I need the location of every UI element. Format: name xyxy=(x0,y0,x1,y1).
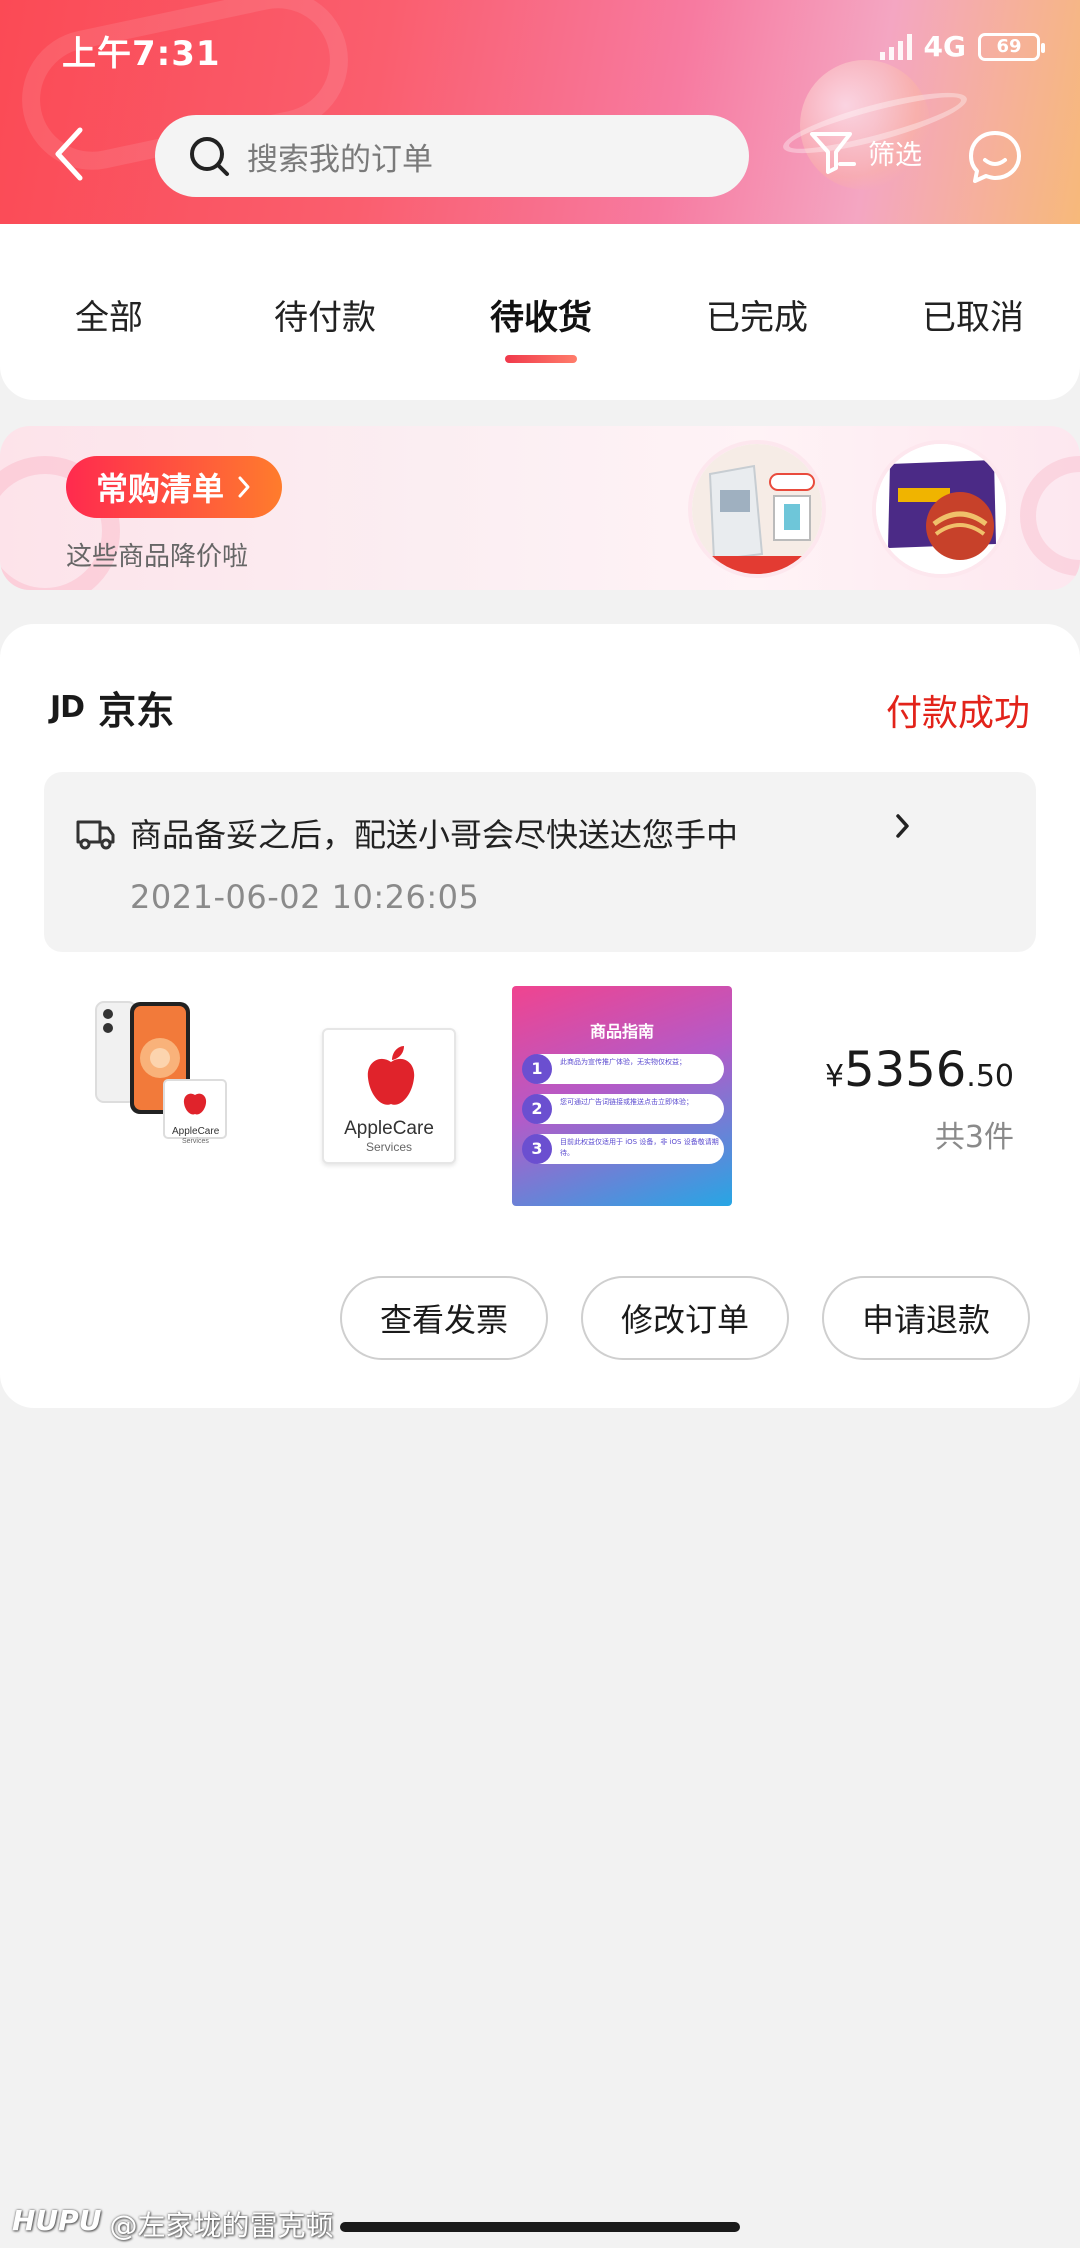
watermark-brand: HUPU xyxy=(12,2204,102,2237)
frequent-list-button[interactable]: 常购清单 xyxy=(66,456,283,518)
shipping-info[interactable]: 商品备妥之后，配送小哥会尽快送达您手中 2021-06-02 10:26:05 xyxy=(44,772,1036,952)
guide-title: 商品指南 xyxy=(589,1022,654,1041)
order-status: 付款成功 xyxy=(885,693,1030,734)
order-tabs: 全部 待付款 待收货 已完成 已取消 xyxy=(0,224,1080,400)
order-price: ¥5356.50 xyxy=(825,1042,1014,1098)
modify-order-button[interactable]: 修改订单 xyxy=(581,1276,789,1360)
tab-label: 待收货 xyxy=(490,298,592,338)
applecare-brand: AppleCare xyxy=(344,1118,434,1139)
search-placeholder: 搜索我的订单 xyxy=(247,141,433,178)
applecare-badge-sub: Services xyxy=(182,1138,209,1145)
message-icon[interactable] xyxy=(966,128,1024,186)
tab-label: 已取消 xyxy=(922,298,1024,338)
status-right: 4G 69 xyxy=(879,30,1045,63)
watermark-user: @左家垅的雷克顿 xyxy=(109,2209,334,2242)
banner-subtitle: 这些商品降价啦 xyxy=(66,542,249,572)
chevron-right-icon xyxy=(896,814,909,838)
button-label: 申请退款 xyxy=(861,1301,990,1339)
chevron-right-icon xyxy=(238,476,250,498)
battery-level: 69 xyxy=(996,36,1022,57)
tab-pending-payment[interactable]: 待付款 xyxy=(240,290,410,339)
watermark: HUPU @左家垅的雷克顿 xyxy=(12,2204,333,2244)
search-input[interactable]: 搜索我的订单 xyxy=(155,115,749,197)
filter-icon xyxy=(810,132,856,174)
price-decimal: .50 xyxy=(966,1059,1014,1094)
noodle-product-thumbnail[interactable] xyxy=(872,440,1010,578)
status-bar: 上午7:31 4G 69 xyxy=(0,0,1080,96)
tab-completed[interactable]: 已完成 xyxy=(672,290,842,339)
shipping-message: 商品备妥之后，配送小哥会尽快送达您手中 xyxy=(130,816,739,854)
order-card[interactable]: JD 京东 付款成功 商品备妥之后，配送小哥会尽快送达您手中 2021-06-0… xyxy=(0,624,1080,1408)
tab-label: 全部 xyxy=(75,298,143,338)
filter-label: 筛选 xyxy=(868,139,922,171)
applecare-badge-label: AppleCare xyxy=(172,1126,220,1137)
shop-header[interactable]: JD 京东 xyxy=(50,680,174,735)
tab-label: 已完成 xyxy=(706,298,808,338)
tab-label: 待付款 xyxy=(274,298,376,338)
applecare-sub: Services xyxy=(365,1140,412,1154)
active-tab-indicator xyxy=(505,355,577,363)
guide-note: 2 您可通过广告词链接或推送点击立即体验； xyxy=(522,1094,724,1124)
frequent-purchase-banner[interactable]: 常购清单 这些商品降价啦 xyxy=(0,426,1080,590)
product-image-guide[interactable]: 商品指南 1 此商品为宣传推广体验，无实物仅权益； 2 您可通过广告词链接或推送… xyxy=(512,986,732,1206)
header: 上午7:31 4G 69 搜索我的订单 筛选 xyxy=(0,0,1080,224)
tab-all[interactable]: 全部 xyxy=(24,290,194,339)
search-icon xyxy=(190,137,229,176)
network-type: 4G xyxy=(923,30,966,63)
back-icon[interactable] xyxy=(50,124,90,184)
request-refund-button[interactable]: 申请退款 xyxy=(822,1276,1030,1360)
tab-pending-receipt[interactable]: 待收货 xyxy=(456,290,626,363)
product-image-iphone[interactable]: AppleCare Services xyxy=(84,998,244,1154)
status-time: 上午7:31 xyxy=(62,34,221,74)
price-currency: ¥ xyxy=(825,1059,845,1094)
button-label: 查看发票 xyxy=(379,1301,508,1339)
battery-icon: 69 xyxy=(978,32,1045,61)
item-count: 共3件 xyxy=(934,1120,1014,1155)
tab-cancelled[interactable]: 已取消 xyxy=(888,290,1058,339)
button-label: 修改订单 xyxy=(620,1301,749,1339)
filter-button[interactable]: 筛选 xyxy=(806,124,922,180)
product-image-applecare[interactable]: AppleCare Services xyxy=(322,1028,456,1164)
home-indicator[interactable] xyxy=(340,2222,740,2232)
view-invoice-button[interactable]: 查看发票 xyxy=(340,1276,548,1360)
price-integer: 5356 xyxy=(844,1042,967,1098)
delivery-truck-icon xyxy=(76,820,115,850)
guide-note: 1 此商品为宣传推广体验，无实物仅权益； xyxy=(522,1054,724,1084)
frequent-list-label: 常购清单 xyxy=(96,470,225,508)
shipping-time: 2021-06-02 10:26:05 xyxy=(130,878,480,916)
guide-note: 3 目前此权益仅适用于 iOS 设备，非 iOS 设备敬请期待。 xyxy=(522,1134,724,1164)
shop-name: 京东 xyxy=(98,689,175,733)
apple-logo-icon xyxy=(367,1046,415,1105)
protein-product-thumbnail[interactable] xyxy=(688,440,826,578)
jd-logo: JD xyxy=(50,690,85,725)
banner-decoration xyxy=(1020,456,1080,576)
signal-icon xyxy=(879,33,912,60)
